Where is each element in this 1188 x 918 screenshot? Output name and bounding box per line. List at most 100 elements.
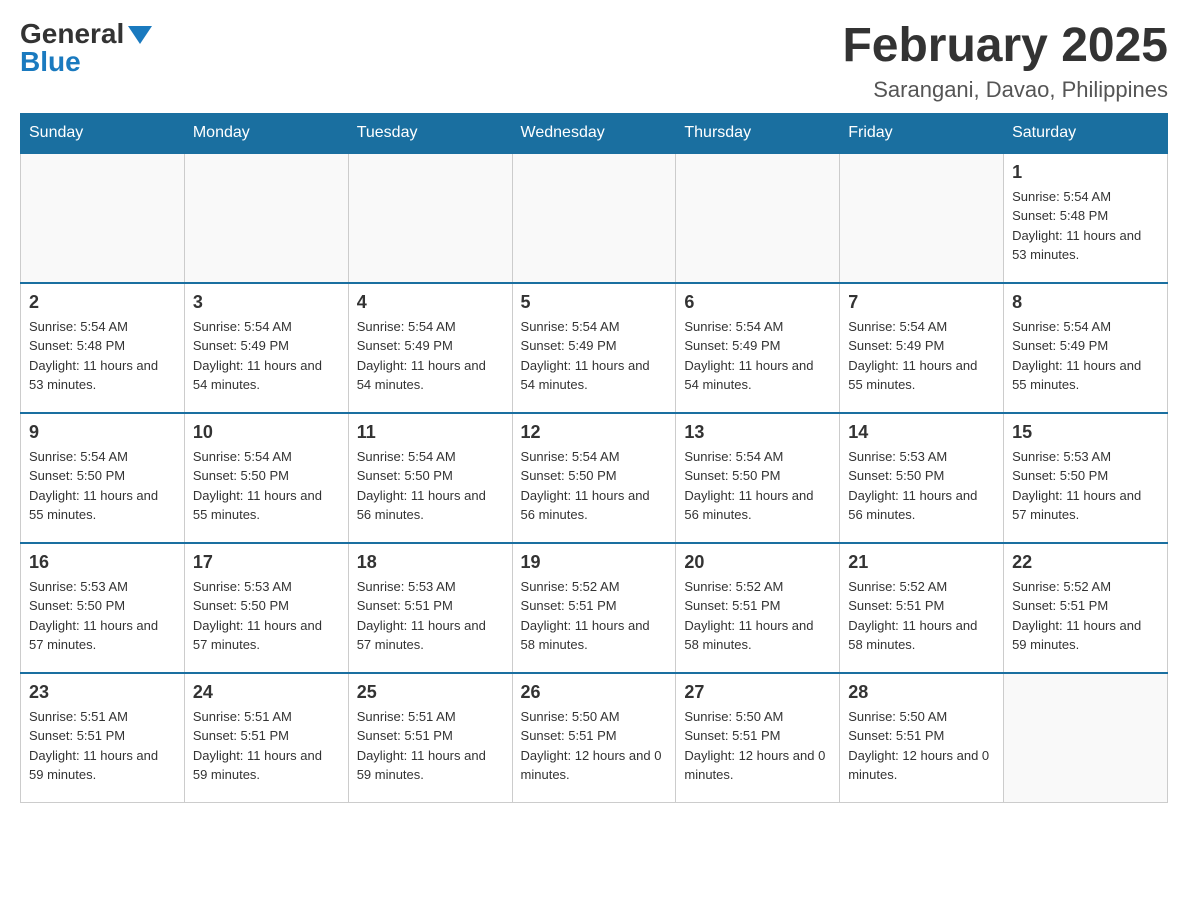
title-section: February 2025 Sarangani, Davao, Philippi… — [842, 20, 1168, 103]
calendar-cell: 26 Sunrise: 5:50 AMSunset: 5:51 PMDayligh… — [512, 673, 676, 803]
day-number: 12 — [521, 422, 668, 443]
week-row-4: 16 Sunrise: 5:53 AMSunset: 5:50 PMDayligh… — [21, 543, 1168, 673]
calendar-cell: 10 Sunrise: 5:54 AMSunset: 5:50 PMDayligh… — [184, 413, 348, 543]
day-info: Sunrise: 5:54 AMSunset: 5:50 PMDaylight:… — [193, 447, 340, 525]
day-number: 27 — [684, 682, 831, 703]
day-info: Sunrise: 5:51 AMSunset: 5:51 PMDaylight:… — [357, 707, 504, 785]
day-info: Sunrise: 5:54 AMSunset: 5:49 PMDaylight:… — [1012, 317, 1159, 395]
day-number: 21 — [848, 552, 995, 573]
day-info: Sunrise: 5:53 AMSunset: 5:50 PMDaylight:… — [29, 577, 176, 655]
day-number: 2 — [29, 292, 176, 313]
calendar-cell — [1004, 673, 1168, 803]
day-number: 20 — [684, 552, 831, 573]
calendar-cell: 7Sunrise: 5:54 AMSunset: 5:49 PMDaylight… — [840, 283, 1004, 413]
calendar-header: Sunday Monday Tuesday Wednesday Thursday… — [21, 113, 1168, 153]
calendar-cell: 5 Sunrise: 5:54 AMSunset: 5:49 PMDaylight… — [512, 283, 676, 413]
day-info: Sunrise: 5:51 AMSunset: 5:51 PMDaylight:… — [29, 707, 176, 785]
day-number: 24 — [193, 682, 340, 703]
calendar-cell — [512, 153, 676, 283]
days-of-week-row: Sunday Monday Tuesday Wednesday Thursday… — [21, 113, 1168, 153]
day-info: Sunrise: 5:54 AMSunset: 5:50 PMDaylight:… — [357, 447, 504, 525]
calendar-table: Sunday Monday Tuesday Wednesday Thursday… — [20, 113, 1168, 804]
week-row-2: 2 Sunrise: 5:54 AMSunset: 5:48 PMDaylight… — [21, 283, 1168, 413]
header-sunday: Sunday — [21, 113, 185, 153]
calendar-cell: 11 Sunrise: 5:54 AMSunset: 5:50 PMDayligh… — [348, 413, 512, 543]
calendar-cell — [676, 153, 840, 283]
header-thursday: Thursday — [676, 113, 840, 153]
header-wednesday: Wednesday — [512, 113, 676, 153]
calendar-cell: 27 Sunrise: 5:50 AMSunset: 5:51 PMDayligh… — [676, 673, 840, 803]
day-number: 17 — [193, 552, 340, 573]
calendar-cell: 20 Sunrise: 5:52 AMSunset: 5:51 PMDayligh… — [676, 543, 840, 673]
day-info: Sunrise: 5:54 AMSunset: 5:49 PMDaylight:… — [357, 317, 504, 395]
day-info: Sunrise: 5:53 AMSunset: 5:50 PMDaylight:… — [1012, 447, 1159, 525]
calendar-cell: 6 Sunrise: 5:54 AMSunset: 5:49 PMDaylight… — [676, 283, 840, 413]
day-number: 11 — [357, 422, 504, 443]
day-info: Sunrise: 5:53 AMSunset: 5:50 PMDaylight:… — [193, 577, 340, 655]
day-number: 3 — [193, 292, 340, 313]
day-number: 5 — [521, 292, 668, 313]
day-info: Sunrise: 5:54 AMSunset: 5:49 PMDaylight:… — [193, 317, 340, 395]
calendar-cell: 9Sunrise: 5:54 AMSunset: 5:50 PMDaylight… — [21, 413, 185, 543]
calendar-cell: 18 Sunrise: 5:53 AMSunset: 5:51 PMDayligh… — [348, 543, 512, 673]
day-number: 28 — [848, 682, 995, 703]
calendar-cell: 23 Sunrise: 5:51 AMSunset: 5:51 PMDayligh… — [21, 673, 185, 803]
day-info: Sunrise: 5:50 AMSunset: 5:51 PMDaylight:… — [684, 707, 831, 785]
day-number: 8 — [1012, 292, 1159, 313]
day-info: Sunrise: 5:53 AMSunset: 5:51 PMDaylight:… — [357, 577, 504, 655]
day-number: 6 — [684, 292, 831, 313]
day-info: Sunrise: 5:50 AMSunset: 5:51 PMDaylight:… — [521, 707, 668, 785]
calendar-cell: 3 Sunrise: 5:54 AMSunset: 5:49 PMDaylight… — [184, 283, 348, 413]
calendar-cell: 17 Sunrise: 5:53 AMSunset: 5:50 PMDayligh… — [184, 543, 348, 673]
day-info: Sunrise: 5:54 AMSunset: 5:50 PMDaylight:… — [521, 447, 668, 525]
day-number: 19 — [521, 552, 668, 573]
logo: General Blue — [20, 20, 152, 76]
calendar-cell: 15 Sunrise: 5:53 AMSunset: 5:50 PMDayligh… — [1004, 413, 1168, 543]
calendar-cell: 21 Sunrise: 5:52 AMSunset: 5:51 PMDayligh… — [840, 543, 1004, 673]
calendar-body: 1 Sunrise: 5:54 AMSunset: 5:48 PMDaylight… — [21, 153, 1168, 803]
calendar-cell: 24 Sunrise: 5:51 AMSunset: 5:51 PMDayligh… — [184, 673, 348, 803]
week-row-3: 9 Sunrise: 5:54 AMSunset: 5:50 PMDaylight… — [21, 413, 1168, 543]
day-number: 23 — [29, 682, 176, 703]
calendar-cell: 12 Sunrise: 5:54 AMSunset: 5:50 PMDayligh… — [512, 413, 676, 543]
day-number: 1 — [1012, 162, 1159, 183]
day-info: Sunrise: 5:54 AMSunset: 5:50 PMDaylight:… — [684, 447, 831, 525]
day-number: 18 — [357, 552, 504, 573]
calendar-cell: 22 Sunrise: 5:52 AMSunset: 5:51 PMDayligh… — [1004, 543, 1168, 673]
logo-general: General — [20, 18, 124, 49]
logo-blue: Blue — [20, 48, 81, 76]
day-number: 14 — [848, 422, 995, 443]
day-number: 16 — [29, 552, 176, 573]
day-number: 26 — [521, 682, 668, 703]
calendar-cell: 1Sunrise: 5:54 AMSunset: 5:48 PMDaylight… — [1004, 153, 1168, 283]
day-number: 25 — [357, 682, 504, 703]
day-info: Sunrise: 5:52 AMSunset: 5:51 PMDaylight:… — [1012, 577, 1159, 655]
day-number: 15 — [1012, 422, 1159, 443]
calendar-cell — [184, 153, 348, 283]
day-info: Sunrise: 5:53 AMSunset: 5:50 PMDaylight:… — [848, 447, 995, 525]
logo-text: General — [20, 20, 152, 48]
day-number: 22 — [1012, 552, 1159, 573]
calendar-cell: 28 Sunrise: 5:50 AMSunset: 5:51 PMDayligh… — [840, 673, 1004, 803]
day-info: Sunrise: 5:52 AMSunset: 5:51 PMDaylight:… — [848, 577, 995, 655]
calendar-cell — [348, 153, 512, 283]
day-info: Sunrise: 5:54 AMSunset: 5:48 PMDaylight:… — [29, 317, 176, 395]
day-info: Sunrise: 5:51 AMSunset: 5:51 PMDaylight:… — [193, 707, 340, 785]
location: Sarangani, Davao, Philippines — [842, 77, 1168, 103]
calendar-cell — [21, 153, 185, 283]
calendar-cell: 8 Sunrise: 5:54 AMSunset: 5:49 PMDaylight… — [1004, 283, 1168, 413]
day-number: 7 — [848, 292, 995, 313]
day-info: Sunrise: 5:54 AMSunset: 5:49 PMDaylight:… — [684, 317, 831, 395]
week-row-5: 23 Sunrise: 5:51 AMSunset: 5:51 PMDayligh… — [21, 673, 1168, 803]
day-number: 10 — [193, 422, 340, 443]
logo-triangle-icon — [128, 26, 152, 44]
day-info: Sunrise: 5:50 AMSunset: 5:51 PMDaylight:… — [848, 707, 995, 785]
day-info: Sunrise: 5:52 AMSunset: 5:51 PMDaylight:… — [684, 577, 831, 655]
day-info: Sunrise: 5:54 AMSunset: 5:49 PMDaylight:… — [521, 317, 668, 395]
day-info: Sunrise: 5:52 AMSunset: 5:51 PMDaylight:… — [521, 577, 668, 655]
month-title: February 2025 — [842, 20, 1168, 73]
day-number: 9 — [29, 422, 176, 443]
calendar-cell: 13Sunrise: 5:54 AMSunset: 5:50 PMDayligh… — [676, 413, 840, 543]
calendar-cell: 25 Sunrise: 5:51 AMSunset: 5:51 PMDayligh… — [348, 673, 512, 803]
calendar-cell — [840, 153, 1004, 283]
